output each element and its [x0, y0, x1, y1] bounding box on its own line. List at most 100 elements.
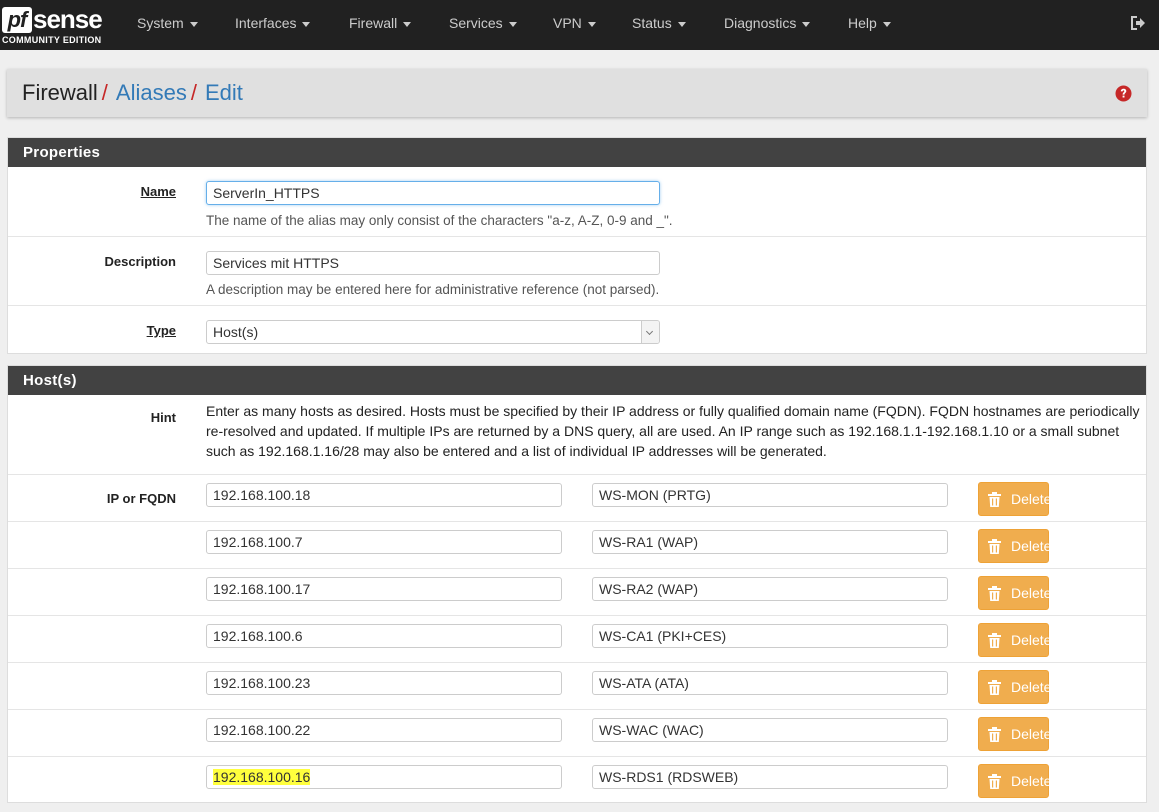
menu-interfaces[interactable]: Interfaces	[235, 15, 311, 31]
host-description-input[interactable]: WS-RA2 (WAP)	[592, 577, 948, 601]
delete-label: Delete	[1011, 491, 1052, 507]
type-row: Type Host(s)	[8, 305, 1146, 354]
logo-mark: pf	[2, 7, 32, 33]
panel-title: Properties	[8, 138, 1146, 167]
type-label: Type	[146, 323, 176, 338]
menu-label: Help	[848, 15, 877, 31]
top-navbar: pf sense COMMUNITY EDITION System Interf…	[0, 0, 1159, 50]
properties-panel: Properties Name ServerIn_HTTPS The name …	[7, 137, 1147, 354]
ip-input[interactable]: 192.168.100.18	[206, 483, 562, 507]
chevron-down-icon	[641, 321, 659, 343]
type-select-value: Host(s)	[213, 324, 259, 340]
menu-help[interactable]: Help	[848, 15, 891, 31]
caret-down-icon	[882, 21, 891, 27]
delete-button[interactable]: Delete	[978, 670, 1052, 704]
breadcrumb-edit-link[interactable]: Edit	[205, 80, 243, 105]
description-row: Description Services mit HTTPS A descrip…	[8, 236, 1146, 305]
description-help: A description may be entered here for ad…	[206, 282, 660, 297]
name-row: Name ServerIn_HTTPS The name of the alia…	[8, 167, 1146, 236]
breadcrumb-panel: Firewall / Aliases / Edit	[7, 69, 1147, 117]
trash-icon	[988, 492, 1001, 507]
menu-label: Firewall	[349, 15, 398, 31]
breadcrumb-separator: /	[190, 80, 197, 105]
host-description-input[interactable]: WS-RA1 (WAP)	[592, 530, 948, 554]
ip-input[interactable]: 192.168.100.23	[206, 671, 562, 695]
host-row: 192.168.100.7 WS-RA1 (WAP) Delete	[8, 521, 1146, 568]
delete-button[interactable]: Delete	[978, 576, 1052, 610]
trash-icon	[988, 633, 1001, 648]
caret-down-icon	[508, 21, 517, 27]
menu-label: VPN	[553, 15, 582, 31]
delete-button[interactable]: Delete	[978, 717, 1052, 751]
type-select[interactable]: Host(s)	[206, 320, 660, 344]
menu-label: Interfaces	[235, 15, 297, 31]
hint-label: Hint	[150, 410, 176, 425]
description-input[interactable]: Services mit HTTPS	[206, 251, 660, 275]
trash-icon	[988, 774, 1001, 789]
caret-down-icon	[302, 21, 311, 27]
hint-text: Enter as many hosts as desired. Hosts mu…	[206, 403, 1140, 459]
caret-down-icon	[587, 21, 596, 27]
delete-label: Delete	[1011, 679, 1052, 695]
logo-edition: COMMUNITY EDITION	[2, 35, 102, 45]
host-description-input[interactable]: WS-MON (PRTG)	[592, 483, 948, 507]
help-icon[interactable]	[1115, 85, 1132, 102]
ip-input[interactable]: 192.168.100.17	[206, 577, 562, 601]
menu-diagnostics[interactable]: Diagnostics	[724, 15, 811, 31]
delete-label: Delete	[1011, 726, 1052, 742]
logout-icon[interactable]	[1129, 14, 1147, 32]
name-help: The name of the alias may only consist o…	[206, 213, 673, 228]
description-label: Description	[104, 254, 176, 269]
ip-input[interactable]: 192.168.100.6	[206, 624, 562, 648]
delete-label: Delete	[1011, 773, 1052, 789]
host-description-input[interactable]: WS-WAC (WAC)	[592, 718, 948, 742]
caret-down-icon	[802, 21, 811, 27]
name-input[interactable]: ServerIn_HTTPS	[206, 181, 660, 205]
delete-button[interactable]: Delete	[978, 482, 1052, 516]
highlighted-ip: 192.168.100.16	[213, 769, 311, 785]
pfsense-logo[interactable]: pf sense COMMUNITY EDITION	[2, 4, 110, 46]
ip-input[interactable]: 192.168.100.7	[206, 530, 562, 554]
menu-system[interactable]: System	[137, 15, 198, 31]
menu-vpn[interactable]: VPN	[553, 15, 596, 31]
host-row: 192.168.100.6 WS-CA1 (PKI+CES) Delete	[8, 615, 1146, 662]
host-row: IP or FQDN 192.168.100.18 WS-MON (PRTG) …	[8, 474, 1146, 521]
trash-icon	[988, 539, 1001, 554]
trash-icon	[988, 680, 1001, 695]
host-description-input[interactable]: WS-CA1 (PKI+CES)	[592, 624, 948, 648]
trash-icon	[988, 586, 1001, 601]
menu-label: System	[137, 15, 184, 31]
delete-label: Delete	[1011, 632, 1052, 648]
name-label: Name	[140, 184, 176, 199]
ip-input[interactable]: 192.168.100.16	[206, 765, 562, 789]
delete-button[interactable]: Delete	[978, 529, 1052, 563]
caret-down-icon	[189, 21, 198, 27]
menu-status[interactable]: Status	[632, 15, 686, 31]
menu-services[interactable]: Services	[449, 15, 517, 31]
trash-icon	[988, 727, 1001, 742]
panel-title: Host(s)	[8, 366, 1146, 395]
ip-label: IP or FQDN	[106, 491, 176, 506]
caret-down-icon	[403, 21, 412, 27]
caret-down-icon	[677, 21, 686, 27]
host-row: 192.168.100.16 WS-RDS1 (RDSWEB) Delete	[8, 756, 1146, 803]
host-row: 192.168.100.23 WS-ATA (ATA) Delete	[8, 662, 1146, 709]
host-description-input[interactable]: WS-ATA (ATA)	[592, 671, 948, 695]
host-row: 192.168.100.22 WS-WAC (WAC) Delete	[8, 709, 1146, 756]
delete-button[interactable]: Delete	[978, 623, 1052, 657]
ip-input[interactable]: 192.168.100.22	[206, 718, 562, 742]
breadcrumb-separator: /	[101, 80, 108, 105]
menu-label: Diagnostics	[724, 15, 797, 31]
breadcrumb: Firewall / Aliases / Edit	[22, 80, 243, 106]
menu-label: Status	[632, 15, 672, 31]
hosts-panel: Host(s) Hint Enter as many hosts as desi…	[7, 365, 1147, 803]
host-row: 192.168.100.17 WS-RA2 (WAP) Delete	[8, 568, 1146, 615]
logo-wordmark: sense	[33, 4, 103, 34]
delete-button[interactable]: Delete	[978, 764, 1052, 798]
host-description-input[interactable]: WS-RDS1 (RDSWEB)	[592, 765, 948, 789]
menu-firewall[interactable]: Firewall	[349, 15, 412, 31]
delete-label: Delete	[1011, 585, 1052, 601]
menu-label: Services	[449, 15, 503, 31]
breadcrumb-aliases-link[interactable]: Aliases	[116, 80, 187, 105]
delete-label: Delete	[1011, 538, 1052, 554]
